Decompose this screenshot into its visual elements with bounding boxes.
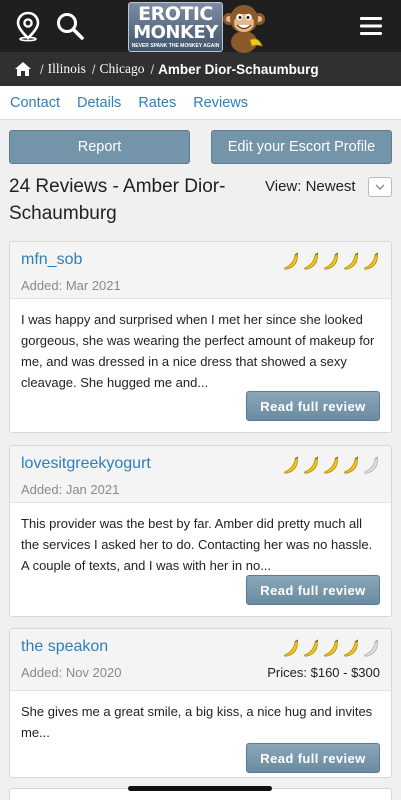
breadcrumb: / Illinois / Chicago / Amber Dior-Schaum… bbox=[0, 52, 401, 86]
review-card-body: I was happy and surprised when I met her… bbox=[10, 299, 391, 432]
review-date: Added: Jan 2021 bbox=[21, 482, 120, 497]
breadcrumb-illinois[interactable]: Illinois bbox=[48, 61, 86, 77]
review-date: Added: Mar 2021 bbox=[21, 278, 121, 293]
profile-tabs: Contact Details Rates Reviews bbox=[0, 86, 401, 120]
review-excerpt: This provider was the best by far. Amber… bbox=[21, 516, 373, 573]
breadcrumb-separator: / bbox=[150, 61, 155, 77]
view-sort-dropdown[interactable] bbox=[368, 177, 392, 197]
reviewer-name-link[interactable]: mfn_sob bbox=[21, 251, 82, 269]
reviewer-name-link[interactable]: lovesitgreekyogurt bbox=[21, 455, 151, 473]
home-indicator[interactable] bbox=[128, 786, 272, 791]
banana-rating bbox=[282, 456, 381, 475]
banana-empty-icon bbox=[364, 456, 379, 474]
erotic-monkey-logo[interactable]: EROTIC MONKEY NEVER SPANK THE MONKEY AGA… bbox=[128, 2, 268, 53]
review-card-header: the speakon Added: Nov 2020 Prices: $160… bbox=[10, 629, 391, 691]
tab-contact[interactable]: Contact bbox=[10, 95, 60, 111]
banana-full-icon bbox=[364, 252, 379, 270]
top-bar: EROTIC MONKEY NEVER SPANK THE MONKEY AGA… bbox=[0, 0, 401, 53]
read-full-review-button[interactable]: Read full review bbox=[246, 575, 380, 605]
banana-full-icon bbox=[324, 456, 339, 474]
edit-profile-button[interactable]: Edit your Escort Profile bbox=[211, 130, 392, 164]
banana-full-icon bbox=[324, 639, 339, 657]
read-full-review-button[interactable]: Read full review bbox=[246, 743, 380, 773]
breadcrumb-current: Amber Dior-Schaumburg bbox=[158, 61, 319, 77]
banana-full-icon bbox=[284, 456, 299, 474]
banana-full-icon bbox=[344, 456, 359, 474]
tab-rates[interactable]: Rates bbox=[138, 95, 176, 111]
search-icon[interactable] bbox=[54, 10, 86, 42]
review-card-header: lovesitgreekyogurt Added: Jan 2021 bbox=[10, 446, 391, 503]
banana-full-icon bbox=[344, 252, 359, 270]
banana-empty-icon bbox=[364, 639, 379, 657]
location-pin-icon[interactable] bbox=[12, 10, 44, 42]
view-sort-label[interactable]: View: Newest bbox=[265, 178, 356, 195]
tab-details[interactable]: Details bbox=[77, 95, 121, 111]
banana-rating bbox=[282, 252, 381, 271]
price-range: Prices: $160 - $300 bbox=[267, 665, 380, 680]
read-full-review-button[interactable]: Read full review bbox=[246, 391, 380, 421]
breadcrumb-chicago[interactable]: Chicago bbox=[100, 61, 145, 77]
reviews-heading-row: 24 Reviews - Amber Dior-Schaumburg View:… bbox=[0, 173, 401, 235]
banana-full-icon bbox=[284, 639, 299, 657]
review-excerpt: I was happy and surprised when I met her… bbox=[21, 312, 375, 390]
page-title: 24 Reviews - Amber Dior-Schaumburg bbox=[9, 176, 226, 224]
monkey-mascot-icon bbox=[223, 5, 265, 53]
banana-full-icon bbox=[304, 639, 319, 657]
review-date: Added: Nov 2020 bbox=[21, 665, 122, 680]
banana-full-icon bbox=[344, 639, 359, 657]
review-card-header: mfn_sob Added: Mar 2021 bbox=[10, 242, 391, 299]
review-card: lovesitgreekyogurt Added: Jan 2021 This … bbox=[9, 445, 392, 617]
breadcrumb-separator: / bbox=[40, 61, 44, 77]
reviewer-name-link[interactable]: the speakon bbox=[21, 638, 108, 656]
review-card-body: She gives me a great smile, a big kiss, … bbox=[10, 691, 391, 777]
review-card-body: This provider was the best by far. Amber… bbox=[10, 503, 391, 616]
action-buttons: Report Edit your Escort Profile bbox=[0, 120, 401, 164]
banana-full-icon bbox=[304, 456, 319, 474]
review-card: mfn_sob Added: Mar 2021 I was happy and … bbox=[9, 241, 392, 433]
home-icon[interactable] bbox=[14, 61, 32, 77]
review-excerpt: She gives me a great smile, a big kiss, … bbox=[21, 704, 373, 740]
breadcrumb-separator: / bbox=[91, 61, 96, 77]
chevron-down-icon bbox=[375, 184, 385, 190]
tab-reviews[interactable]: Reviews bbox=[193, 95, 248, 111]
banana-rating bbox=[282, 639, 381, 658]
banana-full-icon bbox=[304, 252, 319, 270]
banana-full-icon bbox=[284, 252, 299, 270]
banana-full-icon bbox=[324, 252, 339, 270]
report-button[interactable]: Report bbox=[9, 130, 190, 164]
review-card: the speakon Added: Nov 2020 Prices: $160… bbox=[9, 628, 392, 778]
hamburger-menu-icon[interactable] bbox=[355, 10, 387, 42]
